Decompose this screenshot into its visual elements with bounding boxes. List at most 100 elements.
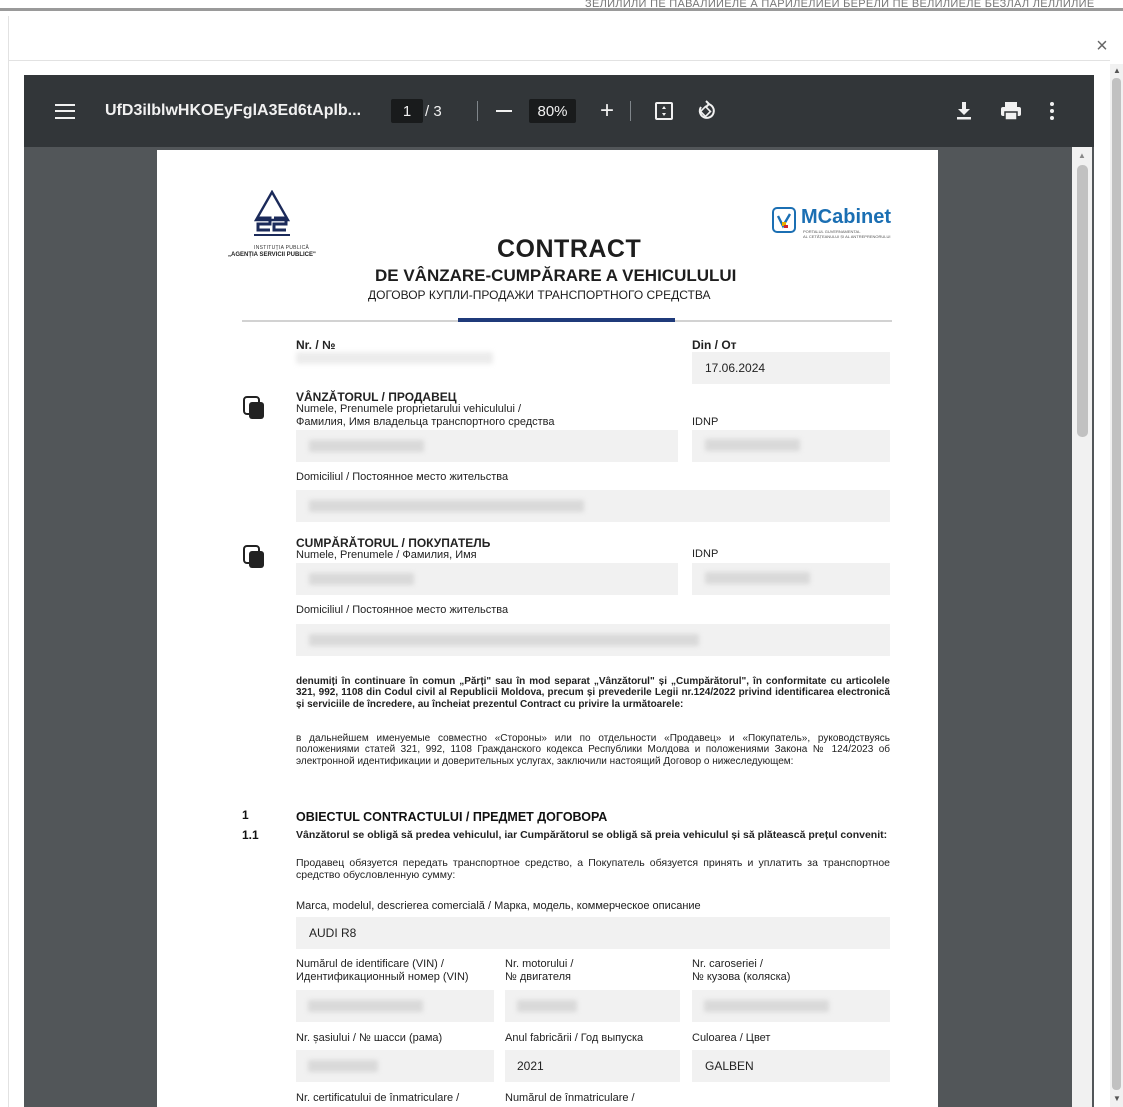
seller-name-label-1: Numele, Prenumele proprietarului vehicul… [296,403,522,415]
clause-number: 1.1 [242,828,259,842]
seller-name-label-2: Фамилия, Имя владельца транспортного сре… [296,416,555,428]
mcabinet-logo-sub2: AL CETĂȚEANULUI ȘI AL ANTREPRENORULUI [803,234,891,239]
buyer-idnp-redacted [705,572,810,584]
registration-cert-label: Nr. certificatului de înmatriculare / [296,1092,460,1104]
buyer-title: CUMPĂRĂTORUL / ПОКУПАТЕЛЬ [296,536,491,550]
asp-logo-icon: . [253,190,291,236]
asp-logo-line1: INSTITUȚIA PUBLICĂ [254,245,310,251]
engine-label-2: № двигателя [505,971,571,983]
viewer-scrollbar[interactable]: ▲ [1070,147,1094,1107]
zoom-in-button[interactable]: + [595,75,619,147]
buyer-name-redacted [309,573,414,585]
clause-text-ro: Vânzătorul se obligă să predea vehiculul… [296,829,888,841]
header-rule-accent [458,318,675,322]
seller-domicile-label: Domiciliul / Постоянное место жительства [296,471,509,483]
date-field: 17.06.2024 [692,352,890,384]
brand-field: AUDI R8 [296,917,890,949]
body-field [692,990,890,1022]
chassis-redacted [308,1060,378,1072]
buyer-idnp-field [692,563,890,595]
din-label: Din / От [692,338,737,352]
scroll-down-arrow-icon[interactable]: ▼ [1113,1094,1121,1103]
body-label-2: № кузова (коляска) [692,971,791,983]
print-icon [1001,102,1021,121]
brand-value: AUDI R8 [309,926,357,940]
clause-text-ru: Продавец обязуется передать транспортное… [296,857,890,881]
vin-redacted [308,1000,423,1012]
year-label: Anul fabricării / Год выпуска [505,1032,644,1044]
seller-idnp-label: IDNP [692,416,719,428]
buyer-idnp-label: IDNP [692,548,719,560]
section-title: OBIECTUL CONTRACTULUI / ПРЕДМЕТ ДОГОВОРА [296,810,608,824]
modal-scrollbar[interactable]: ▲ ▼ [1110,64,1123,1107]
vin-field [296,990,494,1022]
menu-button[interactable] [50,75,80,147]
color-field: GALBEN [692,1050,890,1082]
registration-number-label: Numărul de înmatriculare / [505,1092,635,1104]
fit-page-icon [655,102,673,120]
buyer-domicile-field [296,624,890,656]
document-title: UfD3ilblwHKOEyFglA3Ed6tAplb... [105,102,362,119]
document-subtitle: DE VÂNZARE-CUMPĂRARE A VEHICULULUI [375,266,737,285]
viewer-scroll-up-icon[interactable]: ▲ [1078,151,1086,160]
close-icon[interactable]: × [1092,36,1112,56]
zoom-out-button[interactable] [492,75,516,147]
scroll-up-arrow-icon[interactable]: ▲ [1113,66,1121,75]
parties-paragraph-ru: в дальнейшем именуемые совместно «Сторон… [296,733,890,767]
page-number-input[interactable]: 1 [391,99,423,123]
zoom-level-input[interactable]: 80% [529,99,576,123]
fit-page-button[interactable] [652,75,676,147]
seller-title: VÂNZĂTORUL / ПРОДАВЕЦ [296,390,457,404]
asp-logo-line2: „AGENȚIA SERVICII PUBLICE" [228,252,316,258]
buyer-domicile-redacted [309,634,699,646]
mcabinet-logo-text: MCabinet [801,206,891,228]
document-subtitle-ru: ДОГОВОР КУПЛИ-ПРОДАЖИ ТРАНСПОРТНОГО СРЕД… [368,288,711,302]
chassis-label: Nr. șasiului / № шасси (рама) [296,1032,443,1044]
rotate-button[interactable] [694,75,718,147]
color-label: Culoarea / Цвет [692,1032,771,1044]
mcabinet-logo-icon [772,207,796,233]
toolbar-separator [630,101,631,121]
color-value: GALBEN [705,1059,754,1073]
background-text: ЗЕЛИЛИЛИ ПЕ ПАВАЛИИЕЛЕ А ПАРИЛЕЛИЕЙ БЕРЕ… [585,0,1095,10]
download-icon [957,102,971,120]
brand-label: Marca, modelul, descrierea comercială / … [296,900,701,912]
more-vertical-icon [1050,102,1054,120]
nr-field-redacted [296,352,493,364]
seller-name-field [296,430,678,462]
more-options-button[interactable] [1042,75,1062,147]
copy-icon[interactable] [243,545,265,569]
buyer-name-label: Numele, Prenumele / Фамилия, Имя [296,549,477,561]
pdf-toolbar: UfD3ilblwHKOEyFglA3Ed6tAplb... 1 / 3 80%… [24,75,1094,147]
chassis-field [296,1050,494,1082]
engine-redacted [517,1000,577,1012]
seller-idnp-field [692,430,890,462]
engine-field [505,990,680,1022]
pdf-page: . INSTITUȚIA PUBLICĂ „AGENȚIA SERVICII P… [157,150,938,1107]
vin-label-1: Numărul de identificare (VIN) / [296,958,444,970]
body-label-1: Nr. caroseriei / [692,958,763,970]
document-heading: CONTRACT [497,235,642,263]
download-button[interactable] [952,75,976,147]
pdf-viewer: UfD3ilblwHKOEyFglA3Ed6tAplb... 1 / 3 80%… [24,75,1094,1107]
date-value: 17.06.2024 [705,361,766,375]
buyer-name-field [296,563,678,595]
body-redacted [704,1000,829,1012]
parties-paragraph-ro: denumiți în continuare în comun „Părți" … [296,676,890,710]
page-total: / 3 [425,102,442,120]
background-page-strip: ЗЕЛИЛИЛИ ПЕ ПАВАЛИИЕЛЕ А ПАРИЛЕЛИЕЙ БЕРЕ… [0,0,1123,16]
engine-label-1: Nr. motorului / [505,958,574,970]
nr-label: Nr. / № [296,338,336,352]
toolbar-separator [477,101,478,121]
viewer-scrollbar-thumb[interactable] [1077,165,1088,437]
seller-domicile-redacted [309,500,584,512]
section-number: 1 [242,808,249,822]
seller-idnp-redacted [705,439,800,451]
copy-icon[interactable] [243,396,265,420]
modal-left-border [8,16,9,1107]
seller-name-redacted [309,440,424,452]
modal-scrollbar-thumb[interactable] [1112,78,1121,1090]
vin-label-2: Идентификационный номер (VIN) [296,971,469,983]
print-button[interactable] [998,75,1024,147]
minus-icon [496,110,512,112]
